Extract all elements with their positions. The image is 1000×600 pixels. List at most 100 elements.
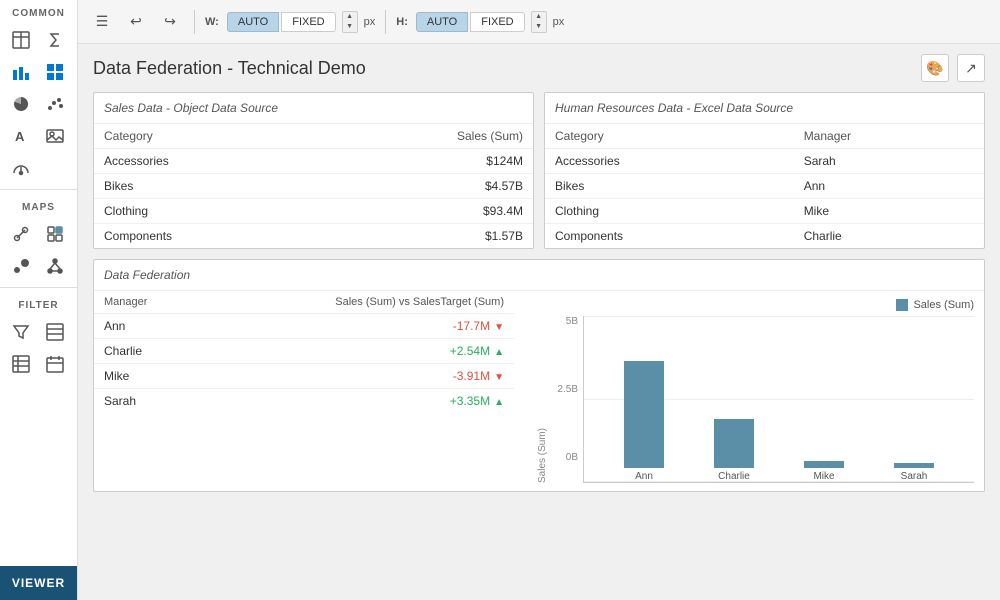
fed-manager: Sarah <box>94 389 200 414</box>
width-down-button[interactable]: ▼ <box>343 22 357 32</box>
fed-manager: Charlie <box>94 339 200 364</box>
sales-value: $1.57B <box>316 224 533 249</box>
text-icon[interactable]: A <box>6 121 36 151</box>
chart-bar <box>894 463 934 468</box>
redo-button[interactable]: ↪ <box>156 8 184 36</box>
bar-label: Mike <box>813 471 834 482</box>
hr-table-row: ComponentsCharlie <box>545 224 984 249</box>
scatter-icon[interactable] <box>40 89 70 119</box>
filter-funnel-icon[interactable] <box>6 317 36 347</box>
y-axis-label: 0B <box>566 452 578 463</box>
fed-value: +2.54M▲ <box>200 339 514 364</box>
main-area: ☰ ↩ ↪ W: AUTO FIXED ▲ ▼ px H: AUTO FIXED… <box>78 0 1000 600</box>
hr-table-row: BikesAnn <box>545 174 984 199</box>
hr-category: Accessories <box>545 149 794 174</box>
fed-manager: Mike <box>94 364 200 389</box>
table-icon[interactable] <box>6 25 36 55</box>
calendar-icon[interactable] <box>40 349 70 379</box>
viewer-button[interactable]: VIEWER <box>0 566 77 600</box>
filter-label: FILTER <box>0 292 77 315</box>
federation-table-row: Mike-3.91M▼ <box>94 364 514 389</box>
width-auto-button[interactable]: AUTO <box>227 12 279 32</box>
chart-bars-container: Ann Charlie Mike Sarah <box>583 316 974 483</box>
chart-bars-area: Ann Charlie Mike Sarah <box>583 316 974 483</box>
hr-manager: Mike <box>794 199 984 224</box>
federation-table: Manager Sales (Sum) vs SalesTarget (Sum)… <box>94 291 514 413</box>
bubble-map-icon[interactable] <box>6 251 36 281</box>
page-title: Data Federation - Technical Demo <box>93 58 366 79</box>
height-up-button[interactable]: ▲ <box>532 12 546 22</box>
toolbar-sep-2 <box>385 10 386 34</box>
palette-button[interactable]: 🎨 <box>921 54 949 82</box>
hr-manager: Ann <box>794 174 984 199</box>
down-indicator: ▼ <box>494 372 504 383</box>
image-icon[interactable] <box>40 121 70 151</box>
fed-col1-header: Manager <box>94 291 200 314</box>
share-button[interactable]: ↗ <box>957 54 985 82</box>
map-dot-icon[interactable] <box>6 219 36 249</box>
filter-range-icon[interactable] <box>6 349 36 379</box>
maps-label: MAPS <box>0 194 77 217</box>
page-title-row: Data Federation - Technical Demo 🎨 ↗ <box>93 54 985 82</box>
grid-chart-icon[interactable] <box>40 57 70 87</box>
network-icon[interactable] <box>40 251 70 281</box>
hr-col2-header: Manager <box>794 124 984 149</box>
fed-manager: Ann <box>94 314 200 339</box>
gauge-icon[interactable] <box>6 153 36 183</box>
height-fixed-button[interactable]: FIXED <box>470 12 524 32</box>
sales-table-row: Components$1.57B <box>94 224 533 249</box>
y-axis-label: 5B <box>566 316 578 327</box>
hr-panel-title: Human Resources Data - Excel Data Source <box>545 93 984 124</box>
toolbar: ☰ ↩ ↪ W: AUTO FIXED ▲ ▼ px H: AUTO FIXED… <box>78 0 1000 44</box>
federation-panel-title: Data Federation <box>94 260 984 291</box>
height-down-button[interactable]: ▼ <box>532 22 546 32</box>
common-label: COMMON <box>0 0 77 23</box>
hr-category: Components <box>545 224 794 249</box>
width-fixed-button[interactable]: FIXED <box>281 12 335 32</box>
hr-panel: Human Resources Data - Excel Data Source… <box>544 92 985 249</box>
h-label: H: <box>396 16 408 28</box>
bar-chart-icon[interactable] <box>6 57 36 87</box>
federation-table-row: Ann-17.7M▼ <box>94 314 514 339</box>
chart-container: Sales (Sum) Sales (Sum) 5B2.5B0B <box>524 291 984 491</box>
sales-value: $124M <box>316 149 533 174</box>
bottom-row: Manager Sales (Sum) vs SalesTarget (Sum)… <box>94 291 984 491</box>
pie-chart-icon[interactable] <box>6 89 36 119</box>
sigma-icon[interactable] <box>40 25 70 55</box>
sidebar: COMMON <box>0 0 78 600</box>
bar-group: Ann <box>604 361 684 482</box>
content: Data Federation - Technical Demo 🎨 ↗ Sal… <box>78 44 1000 600</box>
bar-group: Mike <box>784 461 864 482</box>
width-toggle-group: AUTO FIXED <box>227 12 336 32</box>
bar-label: Ann <box>635 471 653 482</box>
sales-value: $4.57B <box>316 174 533 199</box>
chart-left: Sales (Sum) 5B2.5B0B <box>534 316 583 483</box>
sales-panel-title: Sales Data - Object Data Source <box>94 93 533 124</box>
up-indicator: ▲ <box>494 397 504 408</box>
filter-table-icon[interactable] <box>40 317 70 347</box>
y-axis-title: Sales (Sum) <box>534 316 548 483</box>
width-spinner: ▲ ▼ <box>342 11 358 33</box>
map-layer-icon[interactable] <box>40 219 70 249</box>
hr-manager: Sarah <box>794 149 984 174</box>
menu-button[interactable]: ☰ <box>88 8 116 36</box>
sales-table-row: Accessories$124M <box>94 149 533 174</box>
toolbar-sep-1 <box>194 10 195 34</box>
height-toggle-group: AUTO FIXED <box>416 12 525 32</box>
federation-table-row: Sarah+3.35M▲ <box>94 389 514 414</box>
height-auto-button[interactable]: AUTO <box>416 12 468 32</box>
bar-label: Charlie <box>718 471 750 482</box>
chart-bar <box>714 419 754 468</box>
federation-table-row: Charlie+2.54M▲ <box>94 339 514 364</box>
legend-color-box <box>896 299 908 311</box>
chart-legend: Sales (Sum) <box>534 299 974 311</box>
hr-table-row: AccessoriesSarah <box>545 149 984 174</box>
sales-table: Category Sales (Sum) Accessories$124MBik… <box>94 124 533 248</box>
sales-panel: Sales Data - Object Data Source Category… <box>93 92 534 249</box>
sales-value: $93.4M <box>316 199 533 224</box>
undo-button[interactable]: ↩ <box>122 8 150 36</box>
common-icons: A <box>0 23 77 185</box>
width-up-button[interactable]: ▲ <box>343 12 357 22</box>
sidebar-divider-2 <box>0 287 77 288</box>
fed-value: -3.91M▼ <box>200 364 514 389</box>
